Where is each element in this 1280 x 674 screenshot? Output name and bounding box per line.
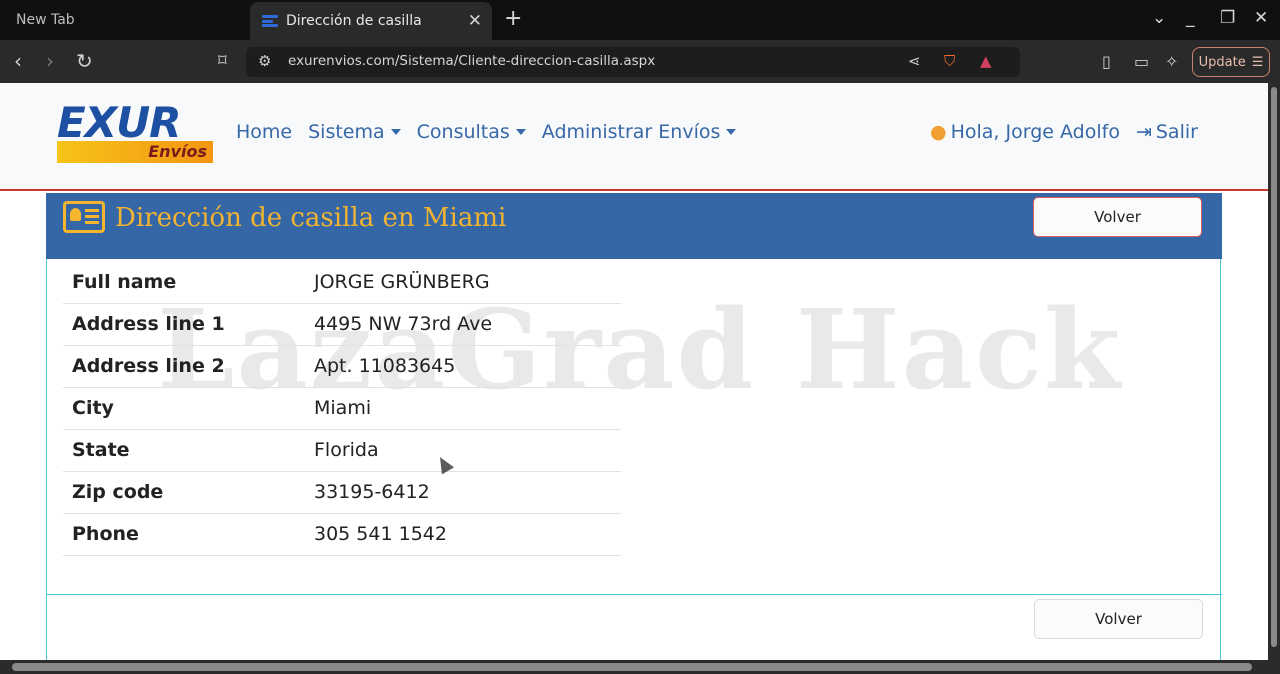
- field-label: State: [63, 429, 305, 472]
- wallet-icon[interactable]: ▭: [1134, 52, 1149, 71]
- table-row: Zip code 33195-6412: [63, 471, 621, 514]
- address-table: Full name JORGE GRÜNBERG Address line 1 44…: [63, 261, 621, 556]
- id-card-icon: [63, 201, 105, 233]
- field-value: Apt. 11083645: [305, 345, 621, 388]
- caret-down-icon: [726, 129, 737, 135]
- close-window-icon[interactable]: ✕: [1254, 8, 1268, 28]
- logout-link[interactable]: ⇥ Salir: [1136, 121, 1198, 143]
- reload-icon[interactable]: ↻: [76, 49, 93, 73]
- menu-administrar-envios[interactable]: Administrar Envíos: [542, 121, 737, 143]
- menu-consultas[interactable]: Consultas: [417, 121, 526, 143]
- field-label: City: [63, 387, 305, 430]
- field-value: Florida: [305, 429, 621, 472]
- field-value: 305 541 1542: [305, 513, 621, 556]
- caret-down-icon: [515, 129, 526, 135]
- restore-icon[interactable]: ❐: [1220, 8, 1235, 28]
- logo-wordmark: EXUR: [57, 98, 182, 147]
- site-settings-icon[interactable]: ⚙: [258, 52, 271, 70]
- menu-sistema-label: Sistema: [308, 121, 385, 143]
- new-tab-icon[interactable]: +: [504, 6, 522, 31]
- back-button-bottom[interactable]: Volver: [1034, 599, 1203, 639]
- field-label: Address line 1: [63, 303, 305, 346]
- page-title: Dirección de casilla en Miami: [115, 203, 507, 233]
- menu-home[interactable]: Home: [236, 121, 292, 143]
- share-icon[interactable]: ⋖: [908, 52, 921, 70]
- field-label: Full name: [63, 261, 305, 304]
- browser-tab-bar: New Tab Dirección de casilla ✕ + ⌄ _ ❐ ✕: [0, 0, 1280, 40]
- card-header: Dirección de casilla en Miami Volver: [46, 193, 1222, 259]
- table-row: City Miami: [63, 387, 621, 430]
- horizontal-scrollbar[interactable]: [0, 660, 1280, 674]
- table-row: Address line 2 Apt. 11083645: [63, 345, 621, 388]
- field-label: Phone: [63, 513, 305, 556]
- tab-list-chevron-icon[interactable]: ⌄: [1152, 8, 1166, 28]
- logout-label: Salir: [1155, 121, 1198, 143]
- logo-banner: Envíos: [57, 141, 213, 163]
- tab-active[interactable]: Dirección de casilla ✕: [250, 2, 492, 40]
- main-menu: Home Sistema Consultas Administrar Envío…: [236, 121, 737, 143]
- tab-new-tab[interactable]: New Tab: [0, 0, 248, 40]
- bookmark-icon[interactable]: ⌑: [218, 51, 227, 71]
- menu-icon: ☰: [1251, 54, 1264, 70]
- forward-icon[interactable]: ›: [46, 49, 54, 73]
- table-row: Phone 305 541 1542: [63, 513, 621, 556]
- site-navbar: EXUR Envíos Home Sistema Consultas Admin…: [0, 83, 1268, 191]
- table-row: Address line 1 4495 NW 73rd Ave: [63, 303, 621, 346]
- browser-toolbar: ‹ › ↻ ⌑ ⚙ exurenvios.com/Sistema/Cliente…: [0, 40, 1280, 83]
- menu-home-label: Home: [236, 121, 293, 143]
- address-card: Dirección de casilla en Miami Volver Laz…: [46, 193, 1222, 660]
- table-row: Full name JORGE GRÜNBERG: [63, 261, 621, 304]
- minimize-icon[interactable]: _: [1186, 8, 1195, 28]
- vertical-scrollbar[interactable]: [1268, 83, 1280, 660]
- site-favicon-icon: [262, 13, 278, 29]
- address-bar[interactable]: ⚙ exurenvios.com/Sistema/Cliente-direcci…: [246, 47, 1020, 77]
- sign-out-icon: ⇥: [1135, 121, 1152, 143]
- logo-subtitle: Envíos: [148, 142, 207, 161]
- menu-administrar-label: Administrar Envíos: [541, 121, 721, 143]
- close-tab-icon[interactable]: ✕: [468, 11, 482, 31]
- back-button-top[interactable]: Volver: [1033, 197, 1202, 237]
- field-label: Address line 2: [63, 345, 305, 388]
- field-value: JORGE GRÜNBERG: [305, 261, 621, 304]
- card-footer-divider: [46, 594, 1222, 595]
- update-label: Update: [1198, 54, 1246, 70]
- update-button[interactable]: Update ☰: [1192, 47, 1270, 77]
- user-greeting-link[interactable]: ● Hola, Jorge Adolfo: [930, 121, 1120, 143]
- field-value: 4495 NW 73rd Ave: [305, 303, 621, 346]
- back-icon[interactable]: ‹: [14, 49, 22, 73]
- table-row: State Florida: [63, 429, 621, 472]
- menu-consultas-label: Consultas: [416, 121, 510, 143]
- brave-shield-icon[interactable]: ⛉: [944, 52, 955, 70]
- field-label: Zip code: [63, 471, 305, 514]
- tab-label: New Tab: [16, 12, 75, 28]
- user-area: ● Hola, Jorge Adolfo ⇥ Salir: [930, 121, 1198, 143]
- user-greeting: Hola, Jorge Adolfo: [950, 121, 1120, 143]
- brave-rewards-icon[interactable]: ▲: [980, 52, 992, 70]
- web-page: EXUR Envíos Home Sistema Consultas Admin…: [0, 83, 1268, 660]
- caret-down-icon: [390, 129, 401, 135]
- menu-sistema[interactable]: Sistema: [308, 121, 401, 143]
- tab-label: Dirección de casilla: [286, 13, 422, 29]
- field-value: 33195-6412: [305, 471, 621, 514]
- url-text: exurenvios.com/Sistema/Cliente-direccion…: [288, 53, 656, 69]
- user-icon: ●: [930, 121, 947, 143]
- leo-ai-icon[interactable]: ✧: [1165, 52, 1178, 71]
- sidebar-icon[interactable]: ▯: [1102, 52, 1111, 71]
- field-value: Miami: [305, 387, 621, 430]
- site-logo[interactable]: EXUR Envíos: [57, 98, 213, 163]
